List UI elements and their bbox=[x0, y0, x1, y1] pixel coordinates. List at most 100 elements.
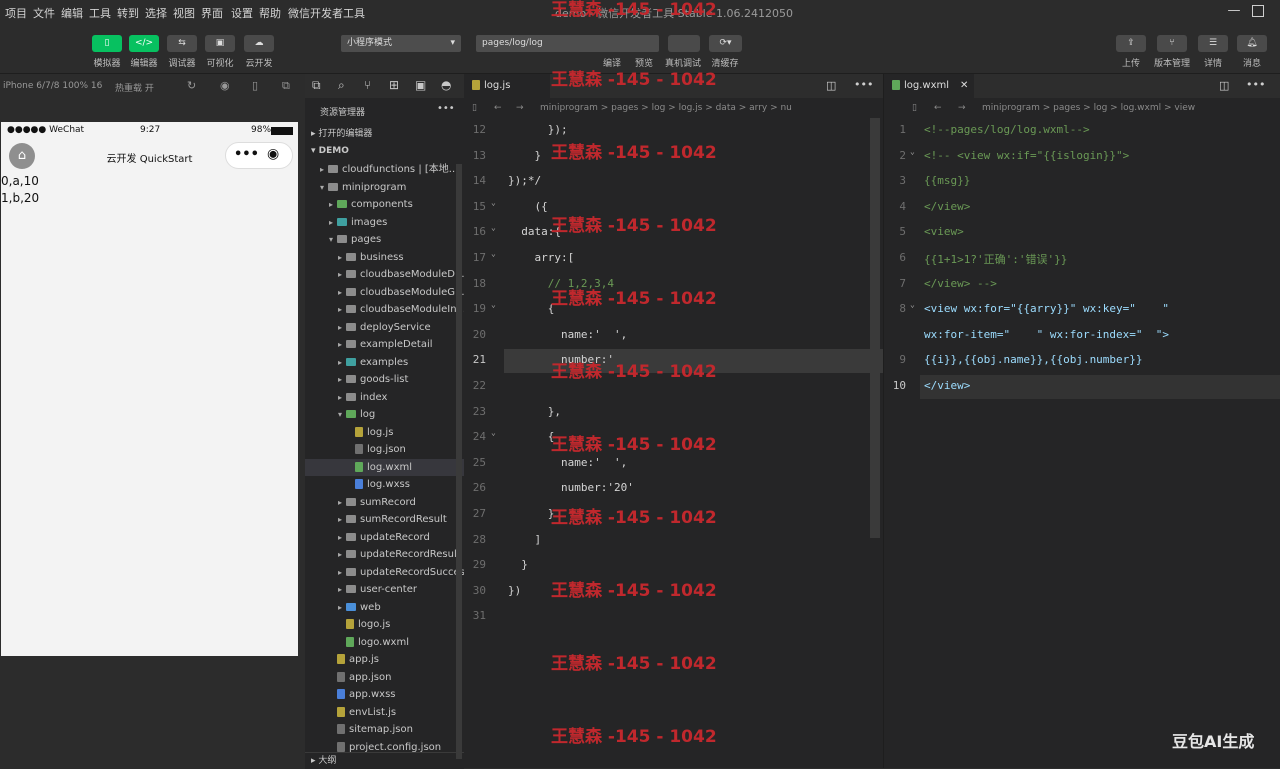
menu-item-7[interactable]: 界面 bbox=[201, 5, 223, 21]
split-editor-icon[interactable]: ◫ bbox=[826, 79, 836, 92]
menu-item-3[interactable]: 工具 bbox=[89, 5, 111, 21]
version-button[interactable]: ⑂ bbox=[1157, 35, 1187, 52]
debugger-toggle-button[interactable]: ⇆ bbox=[167, 35, 197, 52]
image-icon[interactable]: ▣ bbox=[415, 78, 426, 92]
menu-item-5[interactable]: 选择 bbox=[145, 5, 167, 21]
tree-item[interactable]: ▸ updateRecordResult bbox=[305, 546, 464, 563]
tree-item[interactable]: log.wxss bbox=[305, 476, 464, 493]
extensions-icon[interactable]: ⊞ bbox=[389, 78, 399, 92]
menu-item-6[interactable]: 视图 bbox=[173, 5, 195, 21]
tree-item[interactable]: ▾ miniprogram bbox=[305, 179, 464, 196]
fold-chevron-icon[interactable]: ⌄ bbox=[910, 147, 915, 156]
tree-item[interactable]: ▸ user-center bbox=[305, 581, 464, 598]
menu-item-10[interactable]: 微信开发者工具 bbox=[288, 5, 365, 21]
explorer-more-icon[interactable]: ••• bbox=[437, 103, 455, 114]
upload-button[interactable]: ⇪ bbox=[1116, 35, 1146, 52]
explorer-scrollbar[interactable] bbox=[456, 164, 462, 759]
tree-item[interactable]: ▸ exampleDetail bbox=[305, 336, 464, 353]
outline-section[interactable]: ▸ 大纲 bbox=[305, 752, 464, 769]
tree-item[interactable]: ▸ images bbox=[305, 214, 464, 231]
open-editors-section[interactable]: ▸ 打开的编辑器 bbox=[305, 126, 464, 143]
tree-item[interactable]: ▸ sumRecord bbox=[305, 494, 464, 511]
close-tab-icon[interactable]: ✕ bbox=[960, 74, 968, 98]
fold-chevron-icon[interactable]: ⌄ bbox=[491, 300, 496, 309]
split-editor-right-icon[interactable]: ◫ bbox=[1219, 79, 1229, 92]
tree-item[interactable]: ▸ web bbox=[305, 599, 464, 616]
fold-chevron-icon[interactable]: ⌄ bbox=[491, 198, 496, 207]
tree-item[interactable]: ▸ cloudbaseModuleG... bbox=[305, 284, 464, 301]
cloud-dev-button[interactable]: ☁ bbox=[244, 35, 274, 52]
rotate-icon[interactable]: ↻ bbox=[187, 79, 196, 92]
js-editor-scrollbar[interactable] bbox=[870, 118, 880, 538]
menu-item-0[interactable]: 项目 bbox=[5, 5, 27, 21]
source-control-icon[interactable]: ⑂ bbox=[364, 78, 371, 92]
tree-item[interactable]: app.js bbox=[305, 651, 464, 668]
hotreload-select[interactable]: 热重载 开 bbox=[115, 81, 154, 94]
tab-log-js[interactable]: log.js bbox=[464, 74, 550, 98]
mode-select[interactable]: 小程序模式 ▾ bbox=[341, 35, 461, 52]
tree-item[interactable]: ▸ goods-list bbox=[305, 371, 464, 388]
menu-item-4[interactable]: 转到 bbox=[117, 5, 139, 21]
tree-item[interactable]: ▸ cloudbaseModuleIn... bbox=[305, 301, 464, 318]
editor-more-icon[interactable]: ••• bbox=[854, 78, 873, 91]
search-icon[interactable]: ⌕ bbox=[338, 78, 345, 93]
tree-item[interactable]: logo.js bbox=[305, 616, 464, 633]
arrow-back-right-icon[interactable]: ← bbox=[934, 98, 942, 118]
tree-item[interactable]: sitemap.json bbox=[305, 721, 464, 738]
arrow-back-icon[interactable]: ← bbox=[494, 98, 502, 118]
fold-chevron-icon[interactable]: ⌄ bbox=[491, 249, 496, 258]
arrow-forward-icon[interactable]: → bbox=[516, 98, 524, 118]
editor-right-more-icon[interactable]: ••• bbox=[1246, 78, 1265, 91]
record-icon[interactable]: ◉ bbox=[220, 79, 230, 92]
tree-item[interactable]: ▸ components bbox=[305, 196, 464, 213]
tree-item[interactable]: ▸ cloudbaseModuleD... bbox=[305, 266, 464, 283]
tree-item[interactable]: ▸ examples bbox=[305, 354, 464, 371]
simulator-toggle-button[interactable]: ▯ bbox=[92, 35, 122, 52]
close-miniprogram-icon[interactable]: ◉ bbox=[267, 146, 279, 162]
demo-root-section[interactable]: ▾ DEMO bbox=[305, 143, 464, 160]
arrow-forward-right-icon[interactable]: → bbox=[958, 98, 966, 118]
tree-item[interactable]: ▸ updateRecord bbox=[305, 529, 464, 546]
menu-item-2[interactable]: 编辑 bbox=[61, 5, 83, 21]
preview-button[interactable] bbox=[668, 35, 700, 52]
minimize-icon[interactable]: — bbox=[1227, 4, 1241, 18]
tab-log-wxml[interactable]: log.wxml ✕ bbox=[884, 74, 974, 98]
editor-toggle-button[interactable]: </> bbox=[129, 35, 159, 52]
fold-chevron-icon[interactable]: ⌄ bbox=[910, 300, 915, 309]
fold-chevron-icon[interactable]: ⌄ bbox=[491, 428, 496, 437]
bookmark-right-icon[interactable]: ▯ bbox=[912, 98, 917, 118]
visual-toggle-button[interactable]: ▣ bbox=[205, 35, 235, 52]
popout-icon[interactable]: ⧉ bbox=[282, 79, 290, 93]
tree-item[interactable]: ▸ index bbox=[305, 389, 464, 406]
tree-item[interactable]: ▸ business bbox=[305, 249, 464, 266]
wxml-breadcrumb-path[interactable]: miniprogram > pages > log > log.wxml > v… bbox=[982, 98, 1195, 118]
more-dots-icon[interactable]: ••• bbox=[234, 147, 259, 162]
menu-item-1[interactable]: 文件 bbox=[33, 5, 55, 21]
js-breadcrumb-path[interactable]: miniprogram > pages > log > log.js > dat… bbox=[540, 98, 792, 118]
fold-chevron-icon[interactable]: ⌄ bbox=[491, 223, 496, 232]
bird-icon[interactable]: ◓ bbox=[441, 78, 451, 92]
tree-item[interactable]: app.wxss bbox=[305, 686, 464, 703]
bookmark-icon[interactable]: ▯ bbox=[472, 98, 477, 118]
phone-icon[interactable]: ▯ bbox=[252, 79, 258, 92]
clear-cache-button[interactable]: ⟳▾ bbox=[709, 35, 742, 52]
device-select[interactable]: iPhone 6/7/8 100% 16 bbox=[3, 81, 102, 91]
tree-item[interactable]: ▸ sumRecordResult bbox=[305, 511, 464, 528]
tree-item[interactable]: log.js bbox=[305, 424, 464, 441]
messages-button[interactable]: 🔔︎ bbox=[1237, 35, 1267, 52]
maximize-icon[interactable] bbox=[1252, 5, 1264, 17]
tree-item[interactable]: ▾ pages bbox=[305, 231, 464, 248]
menu-item-8[interactable]: 设置 bbox=[231, 5, 253, 21]
files-icon[interactable]: ⧉ bbox=[312, 78, 321, 93]
menu-item-9[interactable]: 帮助 bbox=[259, 5, 281, 21]
tree-item[interactable]: ▸ cloudfunctions | [本地... bbox=[305, 161, 464, 178]
tree-item[interactable]: ▾ log bbox=[305, 406, 464, 423]
tree-item[interactable]: ▸ deployService bbox=[305, 319, 464, 336]
compile-path-select[interactable]: pages/log/log bbox=[476, 35, 659, 52]
tree-item[interactable]: app.json bbox=[305, 669, 464, 686]
tree-item[interactable]: envList.js bbox=[305, 704, 464, 721]
tree-item[interactable]: log.json bbox=[305, 441, 464, 458]
tree-item[interactable]: logo.wxml bbox=[305, 634, 464, 651]
details-button[interactable]: ☰ bbox=[1198, 35, 1228, 52]
tree-item[interactable]: ▸ updateRecordSuccess bbox=[305, 564, 464, 581]
